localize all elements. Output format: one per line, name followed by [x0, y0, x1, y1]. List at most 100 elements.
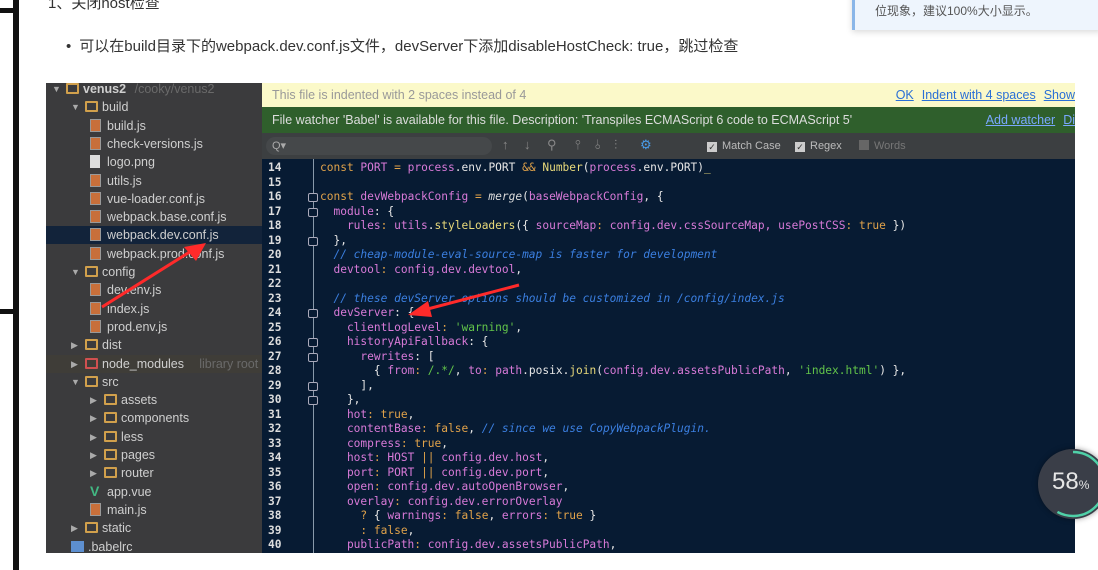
collapsed-arrow-icon[interactable]: ▶	[71, 336, 78, 354]
code-token: &&	[522, 161, 543, 174]
expanded-arrow-icon[interactable]: ▼	[71, 98, 80, 116]
add-selection-icon[interactable]: ⫯	[575, 137, 581, 153]
expanded-arrow-icon[interactable]: ▼	[52, 83, 61, 98]
show-link[interactable]: Show	[1044, 88, 1075, 102]
code-token: (	[582, 161, 590, 174]
expanded-arrow-icon[interactable]: ▼	[71, 263, 80, 281]
tree-item[interactable]: ▼ build	[46, 98, 262, 116]
prev-occurrence-icon[interactable]: ↑	[502, 137, 509, 152]
tree-item[interactable]: ▼ venus2/cooky/venus2	[46, 83, 262, 98]
code-token: :	[421, 422, 435, 435]
find-all-icon[interactable]: ⚲	[547, 137, 557, 153]
words-checkbox[interactable]: Words	[859, 139, 906, 153]
search-input[interactable]: Q▾	[266, 137, 492, 155]
folder-icon	[104, 412, 117, 424]
code-token: ],	[320, 378, 374, 392]
fold-marker-icon[interactable]	[308, 207, 318, 217]
tree-item[interactable]: prod.env.js	[46, 318, 262, 336]
remove-selection-icon[interactable]: ⫰	[595, 137, 601, 153]
tree-item-label: index.js	[107, 301, 150, 316]
line-number: 40	[268, 538, 282, 551]
ok-link[interactable]: OK	[896, 88, 914, 102]
tree-item[interactable]: index.js	[46, 300, 262, 318]
tree-item[interactable]: vue-loader.conf.js	[46, 190, 262, 208]
tree-item[interactable]: ▶ static	[46, 519, 262, 537]
code-token: const	[320, 161, 361, 174]
left-edge-tick	[0, 309, 19, 314]
tree-item[interactable]: main.js	[46, 501, 262, 519]
tree-item[interactable]: ▶ assets	[46, 391, 262, 409]
expanded-arrow-icon[interactable]: ▼	[71, 373, 80, 391]
tree-item-label: .babelrc	[88, 539, 133, 554]
fold-marker-icon[interactable]	[308, 396, 318, 405]
collapsed-arrow-icon[interactable]: ▶	[90, 446, 97, 464]
tree-item[interactable]: ▶ less	[46, 428, 262, 446]
code-token: :	[400, 436, 415, 450]
folder-icon	[104, 449, 117, 460]
collapsed-arrow-icon[interactable]: ▶	[90, 409, 97, 427]
tree-item[interactable]: ▼ config	[46, 263, 262, 281]
match-case-checkbox[interactable]: ✓ Match Case	[707, 139, 781, 153]
fold-marker-icon[interactable]	[308, 309, 318, 318]
tree-item[interactable]: ▶ router	[46, 464, 262, 482]
tree-item[interactable]: webpack.prod.conf.js	[46, 245, 262, 263]
tree-item[interactable]: ▶ node_modules library root	[46, 354, 262, 373]
tree-item[interactable]: utils.js	[46, 172, 262, 190]
indent-4-link[interactable]: Indent with 4 spaces	[922, 88, 1036, 102]
add-watcher-link[interactable]: Add watcher	[986, 113, 1055, 127]
code-token: host	[320, 451, 374, 464]
vue-file-icon: V	[90, 482, 100, 499]
code-token: true	[555, 509, 583, 522]
tree-item[interactable]: ▶ dist	[46, 336, 262, 354]
code-text: const PORT = process.env.PORT && Number(…	[320, 161, 711, 176]
fold-marker-icon[interactable]	[308, 236, 318, 246]
code-text: },	[320, 393, 360, 408]
code-token: compress	[320, 436, 401, 450]
tree-item[interactable]: check-versions.js	[46, 135, 262, 153]
tree-item[interactable]: build.js	[46, 117, 262, 135]
code-token: utils	[394, 219, 428, 232]
code-token: :	[380, 219, 395, 232]
select-all-icon[interactable]: ⫶	[614, 137, 617, 153]
tree-item[interactable]: .babelrc	[46, 538, 262, 554]
code-token: config.dev.errorOverlay	[407, 494, 563, 508]
section-heading: 1、关闭host检查	[48, 0, 160, 12]
line-number: 20	[268, 248, 282, 261]
code-token: .env.	[454, 161, 489, 174]
tree-item[interactable]: webpack.base.conf.js	[46, 208, 262, 226]
js-file-icon	[90, 283, 101, 297]
code-token: process	[407, 161, 455, 174]
tree-item[interactable]: ▼ src	[46, 373, 262, 391]
code-token: :	[373, 465, 388, 479]
line-number: 38	[268, 509, 282, 522]
collapsed-arrow-icon[interactable]: ▶	[90, 464, 97, 482]
code-editor[interactable]: 14 const PORT = process.env.PORT && Numbe…	[262, 159, 1075, 553]
code-token: .dev.cssSourceMap,	[650, 219, 779, 232]
fold-marker-icon[interactable]	[308, 352, 318, 362]
code-token: false	[373, 523, 408, 537]
regex-checkbox[interactable]: ✓ Regex	[795, 139, 842, 153]
collapsed-arrow-icon[interactable]: ▶	[90, 428, 97, 446]
progress-unit: %	[1078, 478, 1090, 492]
tree-item[interactable]: ▶ pages	[46, 446, 262, 464]
collapsed-arrow-icon[interactable]: ▶	[71, 519, 78, 537]
dismiss-link[interactable]: Di	[1063, 113, 1075, 127]
tree-item[interactable]: dev.env.js	[46, 281, 262, 299]
code-token: :	[441, 320, 455, 334]
fold-marker-icon[interactable]	[308, 381, 318, 391]
next-occurrence-icon[interactable]: ↓	[524, 137, 531, 152]
notice-text: 位现象，建议100%大小显示。	[875, 4, 1038, 18]
js-file-icon	[90, 118, 101, 132]
progress-gauge[interactable]: 58%	[1038, 449, 1098, 519]
tree-item[interactable]: webpack.dev.conf.js	[46, 226, 262, 245]
settings-gear-icon[interactable]: ⚙	[640, 137, 652, 153]
tree-item[interactable]: Vapp.vue	[46, 483, 262, 501]
fold-marker-icon[interactable]	[308, 193, 318, 202]
code-token: ,	[407, 407, 415, 421]
line-number: 35	[268, 465, 282, 479]
tree-item[interactable]: logo.png	[46, 153, 262, 171]
collapsed-arrow-icon[interactable]: ▶	[71, 355, 78, 373]
collapsed-arrow-icon[interactable]: ▶	[90, 391, 97, 409]
tree-item[interactable]: ▶ components	[46, 409, 262, 427]
fold-marker-icon[interactable]	[308, 338, 318, 347]
